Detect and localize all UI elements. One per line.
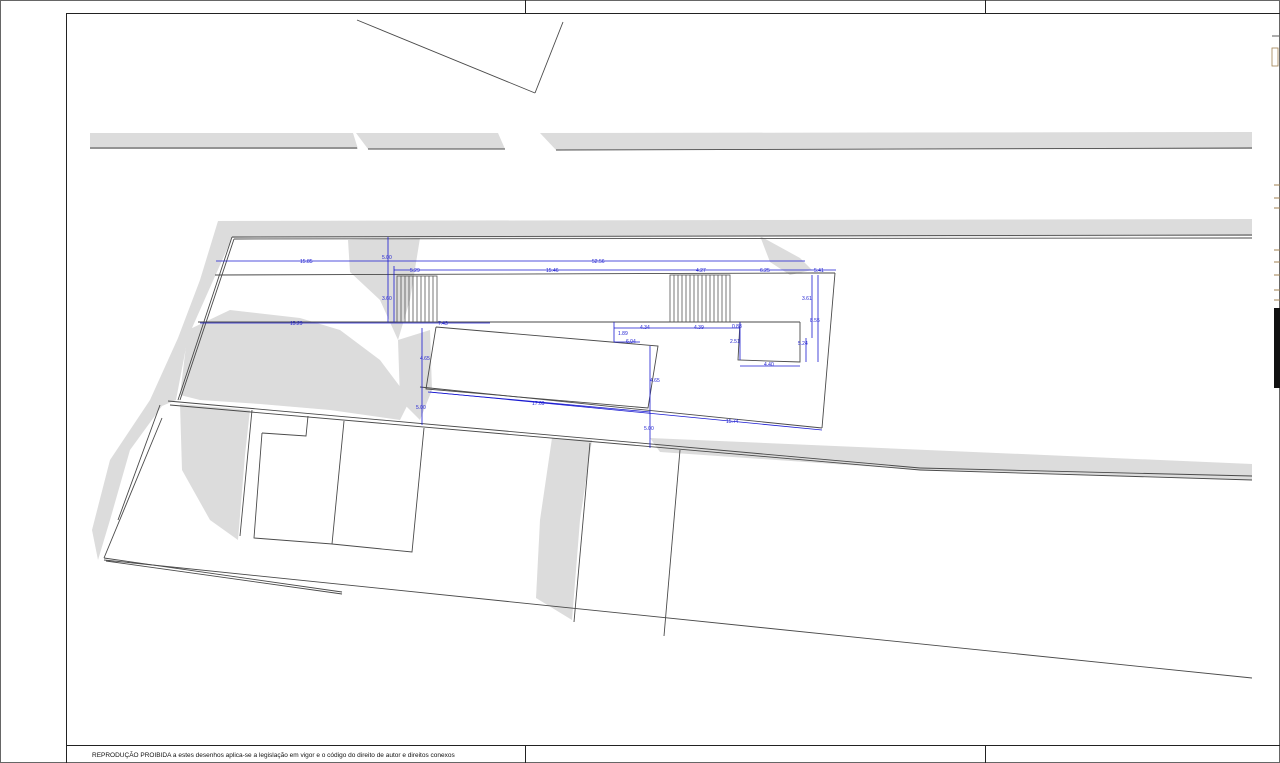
dim-label: 4.27	[696, 268, 706, 274]
dim-label: 15.46	[546, 268, 559, 274]
dim-label: 6.04	[626, 339, 636, 345]
dim-label: 5.00	[416, 405, 426, 411]
dim-label: 52.56	[592, 259, 605, 265]
dim-label: 0.88	[732, 324, 742, 330]
dim-label: 8.55	[810, 318, 820, 324]
dim-label: 5.00	[644, 426, 654, 432]
dim-label: 4.39	[694, 325, 704, 331]
dim-label: 5.00	[382, 255, 392, 261]
dim-label: 15.74	[726, 419, 739, 425]
dim-label: 5.24	[798, 341, 808, 347]
dim-label: 4.65	[650, 378, 660, 384]
stairs-hatch	[396, 274, 731, 323]
dim-label: 3.60	[382, 296, 392, 302]
dim-label: 3.61	[802, 296, 812, 302]
dim-label: 17.09	[532, 401, 545, 407]
dim-label: 5.41	[814, 268, 824, 274]
dim-label: 15.29	[290, 321, 303, 327]
dim-label: 4.34	[640, 325, 650, 331]
title-block-edge	[1271, 35, 1280, 388]
dim-label: 15.85	[300, 259, 313, 265]
copyright-notice: REPRODUÇÃO PROIBIDA a estes desenhos apl…	[92, 750, 455, 759]
dim-label: 4.40	[764, 362, 774, 368]
dim-label: 5.29	[410, 268, 420, 274]
dim-label: 6.25	[760, 268, 770, 274]
dim-label: 7.43	[438, 321, 448, 327]
shadow-areas	[90, 132, 1252, 620]
dim-label: 4.65	[420, 356, 430, 362]
site-plan-drawing: 15.85 5.00 52.56 5.29 15.46 4.27 6.25 5.…	[0, 0, 1280, 763]
dim-label: 1.89	[618, 331, 628, 337]
dim-label: 2.51	[730, 339, 740, 345]
